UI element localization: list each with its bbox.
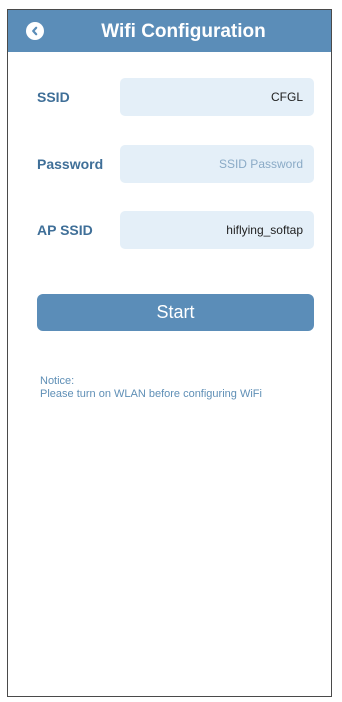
ssid-input[interactable] [120, 78, 314, 116]
password-input[interactable] [120, 145, 314, 183]
password-label: Password [37, 156, 104, 172]
password-row: Password [8, 145, 331, 183]
notice-title: Notice: [40, 375, 75, 387]
ssid-row: SSID [8, 78, 331, 116]
top-app-bar: Wifi Configuration [8, 10, 331, 52]
ssid-label: SSID [37, 89, 70, 105]
app-screen: Wifi Configuration SSID Password AP SSID… [7, 9, 332, 697]
page-title: Wifi Configuration [101, 21, 266, 42]
notice-text: Please turn on WLAN before configuring W… [40, 388, 262, 400]
start-button[interactable]: Start [37, 294, 314, 331]
notice-block: Notice: Please turn on WLAN before confi… [40, 375, 330, 401]
ap-ssid-row: AP SSID [8, 211, 331, 249]
ap-ssid-label: AP SSID [37, 222, 93, 238]
ap-ssid-input[interactable] [120, 211, 314, 249]
